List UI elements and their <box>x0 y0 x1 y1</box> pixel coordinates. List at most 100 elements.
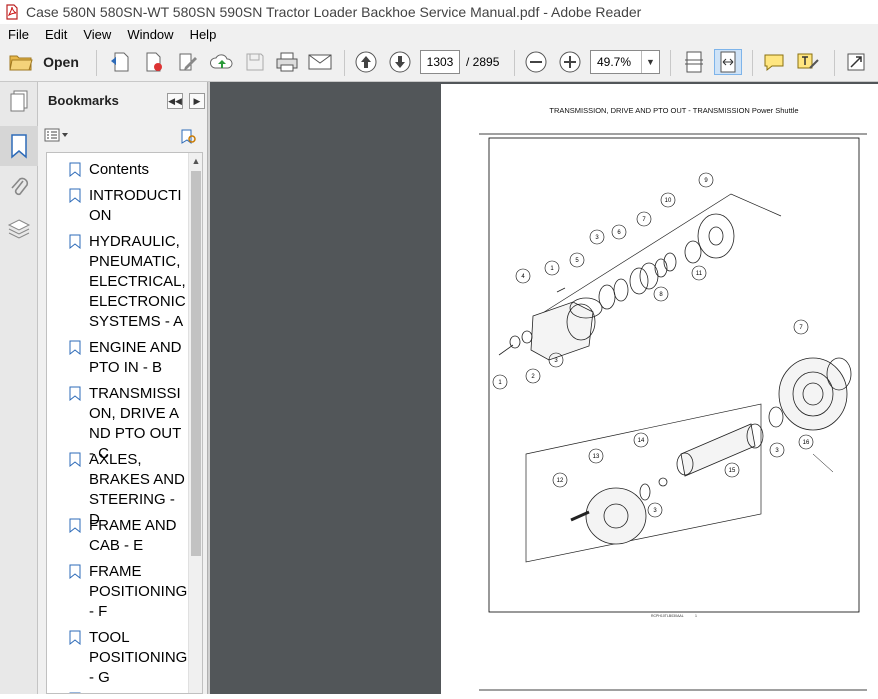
open-label: Open <box>43 54 79 70</box>
separator <box>344 50 345 76</box>
options-list-icon <box>44 128 68 142</box>
callout-label: 8 <box>659 292 663 298</box>
bookmarks-panel: Bookmarks ◀◀ ▶ Contents INTRODUCTION HYD… <box>38 82 208 694</box>
window-title: Case 580N 580SN-WT 580SN 590SN Tractor L… <box>26 4 642 20</box>
scroll-up-arrow-icon[interactable]: ▲ <box>189 153 202 169</box>
printer-icon <box>276 52 298 72</box>
bookmark-item[interactable]: INTRODUCTION <box>69 186 189 226</box>
layers-button[interactable] <box>4 214 34 244</box>
menu-help[interactable]: Help <box>182 27 225 42</box>
expand-arrows-icon <box>847 53 865 71</box>
pdf-file-icon <box>6 4 18 20</box>
bookmark-icon <box>69 452 81 467</box>
next-page-button[interactable] <box>386 49 414 75</box>
upload-button[interactable] <box>208 49 236 75</box>
figure-code: RCPH10TLB030AAL <box>651 614 684 618</box>
bookmark-item[interactable]: ENGINE AND PTO IN - B <box>69 338 185 378</box>
bookmark-icon <box>69 518 81 533</box>
title-bar: Case 580N 580SN-WT 580SN 590SN Tractor L… <box>0 0 878 24</box>
create-pdf-button[interactable] <box>106 49 134 75</box>
attachments-button[interactable] <box>4 172 34 202</box>
bookmarks-list: Contents INTRODUCTION HYDRAULIC, PNEUMAT… <box>46 152 203 694</box>
bookmark-item[interactable]: HYDRAULIC, PNEUMATIC, ELECTRICAL,ELECTRO… <box>69 232 189 332</box>
bookmark-label: INTRODUCTION <box>89 187 182 224</box>
scrollbar-thumb[interactable] <box>191 171 201 556</box>
callout-label: 3 <box>595 235 599 241</box>
document-area[interactable]: TRANSMISSION, DRIVE AND PTO OUT - TRANSM… <box>210 82 878 694</box>
separator <box>96 50 97 76</box>
separator <box>670 50 671 76</box>
zoom-select[interactable]: 49.7% ▼ <box>590 50 660 74</box>
callout-label: 11 <box>696 271 703 277</box>
callout-label: 1 <box>498 380 502 386</box>
callout-label: 7 <box>642 217 646 223</box>
edit-document-icon <box>179 53 197 71</box>
open-button[interactable]: Open <box>8 49 80 75</box>
bookmark-icon <box>69 162 81 177</box>
menu-window[interactable]: Window <box>119 27 181 42</box>
combine-button[interactable] <box>140 49 168 75</box>
menu-view[interactable]: View <box>75 27 119 42</box>
collapse-panel-button[interactable]: ◀◀ <box>167 93 183 109</box>
zoom-out-button[interactable] <box>522 49 550 75</box>
comment-button[interactable] <box>760 49 788 75</box>
bookmarks-nav-button[interactable] <box>0 126 38 166</box>
fit-page-button[interactable] <box>680 49 708 75</box>
sign-pen-icon <box>797 53 819 69</box>
save-button[interactable] <box>242 49 268 75</box>
menu-file[interactable]: File <box>0 27 37 42</box>
bookmark-item[interactable]: Contents <box>69 160 202 180</box>
callout-label: 12 <box>557 478 564 484</box>
separator <box>752 50 753 76</box>
bookmark-label: HYDRAULIC, PNEUMATIC, ELECTRICAL,ELECTRO… <box>89 233 186 330</box>
callout-label: 9 <box>704 178 708 184</box>
fit-width-button[interactable] <box>714 49 742 75</box>
page-thumbnails-button[interactable] <box>4 86 34 116</box>
fit-width-icon <box>720 51 736 73</box>
print-button[interactable] <box>274 49 300 75</box>
zoom-value: 49.7% <box>597 55 632 69</box>
navigation-pane <box>0 82 38 694</box>
previous-page-button[interactable] <box>352 49 380 75</box>
bookmark-item[interactable]: TOOL POSITIONING - G <box>69 628 187 688</box>
page-number-input[interactable]: 1303 <box>420 50 460 74</box>
folder-icon <box>9 55 33 71</box>
bookmark-label: FRAME POSITIONING - F <box>89 563 188 620</box>
email-button[interactable] <box>306 49 334 75</box>
bookmark-label: ENGINE AND PTO IN - B <box>89 339 182 376</box>
bookmark-item[interactable]: FRAME POSITIONING - F <box>69 562 188 622</box>
bookmark-options-button[interactable] <box>44 128 70 147</box>
fit-page-icon <box>685 51 703 73</box>
callout-label: 13 <box>593 454 600 460</box>
menu-bar: File Edit View Window Help <box>0 24 878 44</box>
layers-icon <box>7 219 31 239</box>
expand-button[interactable] <box>842 49 870 75</box>
callout-label: 6 <box>617 230 621 236</box>
zoom-in-button[interactable] <box>556 49 584 75</box>
find-bookmark-button[interactable] <box>180 128 198 151</box>
page-total: / 2895 <box>466 55 500 69</box>
callout-label: 7 <box>799 325 803 331</box>
callout-label: 3 <box>554 358 558 364</box>
expand-panel-button[interactable]: ▶ <box>189 93 205 109</box>
sign-button[interactable] <box>794 49 822 75</box>
exploded-view-diagram: TRANSMISSION, DRIVE AND PTO OUT - TRANSM… <box>479 106 867 691</box>
callout-label: 15 <box>729 468 736 474</box>
separator <box>514 50 515 76</box>
page-thumbnails-icon <box>10 90 28 112</box>
page-header: TRANSMISSION, DRIVE AND PTO OUT - TRANSM… <box>549 106 798 115</box>
callout-label: 5 <box>575 258 579 264</box>
figure-number: 1 <box>695 614 697 618</box>
paperclip-icon <box>11 177 29 196</box>
bookmarks-header: Bookmarks <box>48 93 119 108</box>
chevron-down-icon[interactable]: ▼ <box>641 51 659 73</box>
menu-edit[interactable]: Edit <box>37 27 75 42</box>
bookmark-icon <box>69 564 81 579</box>
callout-label: 1 <box>550 266 554 272</box>
callout-label: 16 <box>803 440 810 446</box>
bookmark-item[interactable]: FRAME AND CAB - E <box>69 516 185 556</box>
callout-label: 3 <box>775 448 779 454</box>
edit-button[interactable] <box>174 49 202 75</box>
bookmarks-scrollbar[interactable]: ▲ <box>188 153 202 693</box>
bookmark-icon <box>69 630 81 645</box>
